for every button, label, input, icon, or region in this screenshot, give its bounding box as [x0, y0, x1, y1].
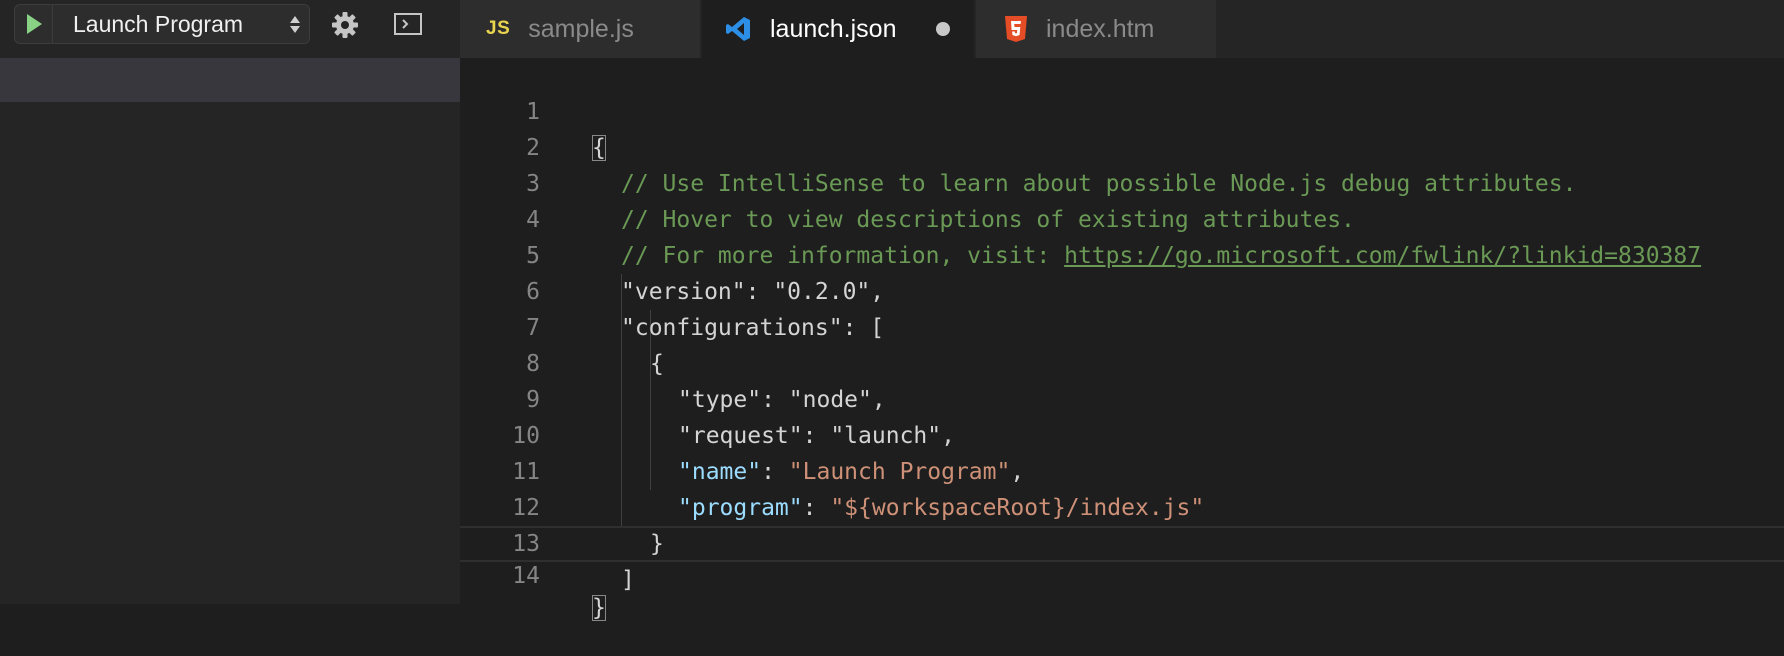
sidebar-selected-row[interactable] [0, 58, 460, 102]
code-line[interactable]: 2 // Use IntelliSense to learn about pos… [460, 94, 1784, 197]
tab-sample-js[interactable]: JS sample.js [460, 0, 700, 58]
code-editor[interactable]: 1 { 2 // Use IntelliSense to learn about… [460, 58, 1784, 621]
json-bracket: ] [621, 567, 635, 593]
debug-sidebar: Launch Program [0, 0, 460, 604]
code-line[interactable]: 5 "version": "0.2.0", [460, 202, 1784, 305]
unsaved-changes-dot[interactable] [936, 22, 950, 36]
editor-tab-bar: JS sample.js launch.json index.htm [460, 0, 1784, 58]
tab-launch-json[interactable]: launch.json [702, 0, 974, 58]
current-code-line[interactable]: 14 } [460, 526, 1784, 621]
debug-toolbar: Launch Program [0, 0, 460, 50]
js-file-icon: JS [486, 18, 511, 39]
code-line[interactable]: 11 "program": "${workspaceRoot}/index.js… [460, 418, 1784, 521]
tab-label: index.htm [1046, 14, 1155, 43]
code-line[interactable]: 6 "configurations": [ [460, 238, 1784, 341]
configuration-name: Launch Program [73, 11, 244, 37]
launch-configuration-dropdown[interactable]: Launch Program [14, 4, 310, 44]
line-number: 14 [512, 563, 540, 589]
code-line[interactable]: 12 } [460, 454, 1784, 557]
debug-console-button[interactable] [392, 11, 424, 37]
tab-label: launch.json [770, 14, 897, 43]
start-debugging-button[interactable] [15, 5, 53, 43]
tab-label: sample.js [528, 14, 634, 43]
code-line[interactable]: 1 { [460, 58, 1784, 161]
gear-icon [332, 12, 358, 38]
debug-console-icon [394, 13, 422, 35]
code-line[interactable]: 9 "request": "launch", [460, 346, 1784, 449]
play-icon [26, 14, 42, 34]
code-line[interactable]: 10 "name": "Launch Program", [460, 382, 1784, 485]
tab-index-htm[interactable]: index.htm [976, 0, 1216, 58]
html5-icon [1004, 15, 1028, 43]
select-arrows-icon [289, 13, 301, 35]
open-launch-json-button[interactable] [328, 9, 362, 41]
code-line[interactable]: 3 // Hover to view descriptions of exist… [460, 130, 1784, 233]
vscode-icon [724, 15, 752, 43]
matching-brace: } [592, 595, 606, 621]
code-line[interactable]: 4 // For more information, visit: https:… [460, 166, 1784, 269]
code-line[interactable]: 8 "type": "node", [460, 310, 1784, 413]
code-line[interactable]: 7 { [460, 274, 1784, 377]
code-line[interactable]: 13 ] [460, 490, 1784, 593]
